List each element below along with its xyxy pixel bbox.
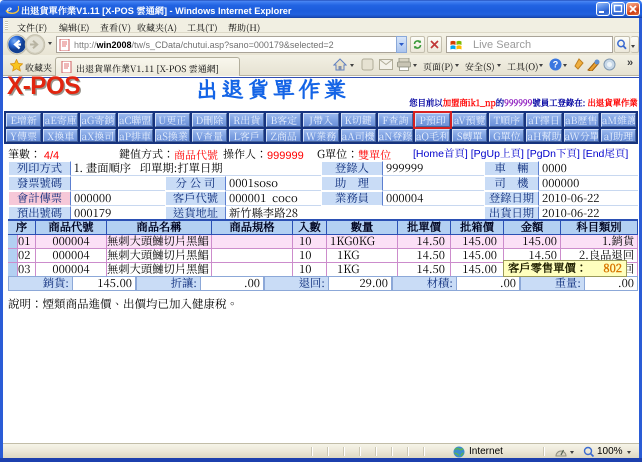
svg-text:?: ? (553, 60, 559, 70)
